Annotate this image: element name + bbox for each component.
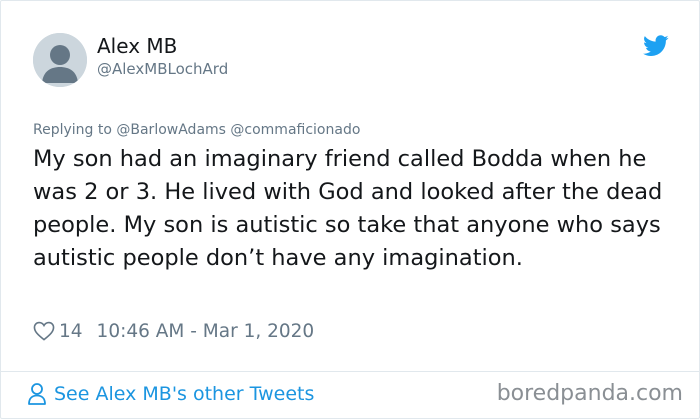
tweet-text: My son had an imaginary friend called Bo… — [33, 146, 663, 271]
author-handle[interactable]: @AlexMBLochArd — [97, 60, 228, 78]
watermark: boredpanda.com — [496, 381, 683, 406]
tweet-card: Alex MB @AlexMBLochArd Replying to @Barl… — [0, 0, 700, 419]
footer-divider — [1, 371, 699, 372]
like-count: 14 — [59, 320, 83, 342]
default-avatar-icon — [33, 33, 87, 87]
replying-to[interactable]: Replying to @BarlowAdams @commaficionado — [33, 122, 360, 138]
see-other-tweets-link[interactable]: See Alex MB's other Tweets — [27, 382, 314, 406]
avatar[interactable] — [33, 33, 87, 87]
tweet-meta: 14 10:46 AM - Mar 1, 2020 — [33, 317, 314, 345]
see-other-tweets-label: See Alex MB's other Tweets — [54, 383, 315, 405]
person-icon — [28, 383, 46, 405]
heart-icon[interactable] — [33, 321, 55, 341]
tweet-timestamp[interactable]: 10:46 AM - Mar 1, 2020 — [97, 321, 315, 342]
twitter-bird-icon[interactable] — [643, 35, 669, 57]
author-name[interactable]: Alex MB — [97, 34, 177, 58]
